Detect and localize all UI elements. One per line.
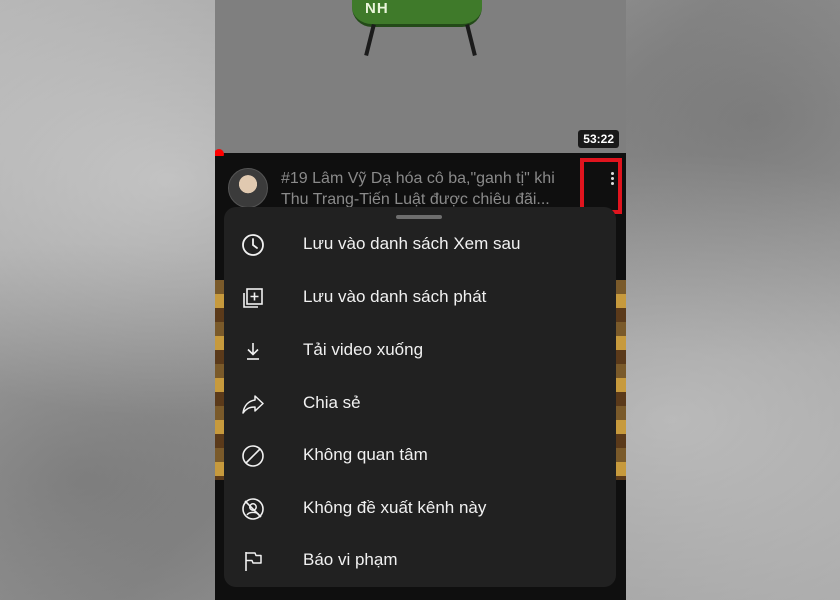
banner-pole-left: [364, 23, 376, 57]
more-options-highlight: [580, 158, 622, 214]
phone-screen: NH 53:22 #19 Lâm Vỹ Dạ hóa cô ba,"ganh t…: [215, 0, 626, 600]
menu-item-share[interactable]: Chia sẻ: [224, 378, 616, 430]
menu-item-label: Báo vi phạm: [303, 550, 398, 569]
next-thumbnail-edge-right: [615, 280, 626, 480]
playlist-add-icon: [240, 285, 266, 311]
menu-item-label: Chia sẻ: [303, 393, 361, 412]
share-icon: [240, 391, 266, 417]
menu-item-label: Lưu vào danh sách phát: [303, 287, 487, 306]
menu-item-label: Không đề xuất kênh này: [303, 498, 487, 517]
menu-item-label: Tải video xuống: [303, 340, 424, 359]
thumbnail-banner-text: NH: [365, 0, 389, 17]
clock-icon: [240, 232, 266, 258]
menu-item-save-playlist[interactable]: Lưu vào danh sách phát: [224, 272, 616, 324]
dont-recommend-channel-icon: [240, 496, 266, 522]
menu-item-report[interactable]: Báo vi phạm: [224, 535, 616, 587]
not-interested-icon: [240, 443, 266, 469]
options-bottom-sheet: Lưu vào danh sách Xem sau Lưu vào danh s…: [224, 207, 616, 587]
channel-avatar[interactable]: [228, 168, 268, 208]
menu-item-dont-recommend-channel[interactable]: Không đề xuất kênh này: [224, 483, 616, 535]
duration-badge: 53:22: [578, 130, 619, 148]
banner-pole-right: [465, 23, 477, 57]
video-title[interactable]: #19 Lâm Vỹ Dạ hóa cô ba,"ganh tị" khi Th…: [281, 168, 581, 210]
menu-item-download[interactable]: Tải video xuống: [224, 325, 616, 377]
menu-item-label: Lưu vào danh sách Xem sau: [303, 234, 521, 253]
menu-item-watch-later[interactable]: Lưu vào danh sách Xem sau: [224, 219, 616, 271]
flag-icon: [240, 548, 266, 574]
menu-item-not-interested[interactable]: Không quan tâm: [224, 430, 616, 482]
video-title-line-1: #19 Lâm Vỹ Dạ hóa cô ba,"ganh tị" khi: [281, 170, 555, 187]
video-thumbnail[interactable]: NH 53:22: [215, 0, 626, 153]
download-icon: [240, 338, 266, 364]
menu-item-label: Không quan tâm: [303, 445, 428, 464]
